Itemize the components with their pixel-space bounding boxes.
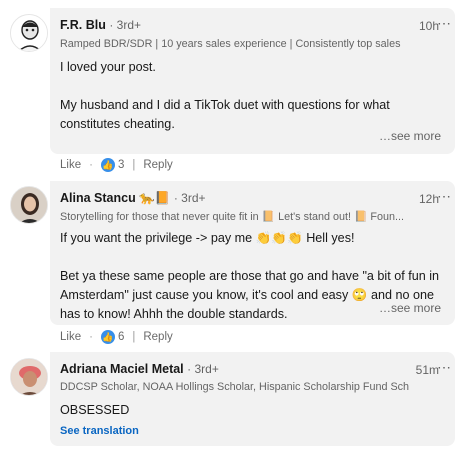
author-name[interactable]: Alina Stancu 🐆📙 · 3rd+: [60, 191, 206, 206]
separator: |: [132, 331, 136, 343]
like-button[interactable]: Like: [60, 331, 81, 343]
comment-bubble: F.R. Blu · 3rd+ 10h ⋯ Ramped BDR/SDR | 1…: [50, 8, 455, 154]
comment-bubble: Alina Stancu 🐆📙 · 3rd+ 12h ⋯ Storytellin…: [50, 181, 455, 325]
reaction-count[interactable]: 6: [118, 331, 124, 343]
avatar-fr-blu[interactable]: [10, 14, 48, 52]
author-emoji-badges: 🐆📙: [139, 191, 171, 205]
reply-button[interactable]: Reply: [143, 331, 172, 343]
author-headline: Ramped BDR/SDR | 10 years sales experien…: [60, 38, 401, 50]
reply-button[interactable]: Reply: [143, 159, 172, 171]
like-button[interactable]: Like: [60, 159, 81, 171]
author-headline: Storytelling for those that never quite …: [60, 211, 405, 223]
timestamp: 12h: [418, 192, 439, 206]
avatar-adriana-maciel-metal[interactable]: [10, 358, 48, 396]
comment-actions: Like · 👍 6 | Reply: [60, 330, 173, 344]
avatar-alina-stancu[interactable]: [10, 186, 48, 224]
connection-degree: · 3rd+: [187, 362, 219, 376]
author-name-text[interactable]: F.R. Blu: [60, 18, 106, 32]
connection-degree: · 3rd+: [173, 191, 206, 205]
timestamp: 10h: [418, 19, 439, 33]
see-more-link[interactable]: …see more: [379, 129, 441, 143]
author-headline: DDCSP Scholar, NOAA Hollings Scholar, Hi…: [60, 381, 410, 393]
comment-actions: Like · 👍 3 | Reply: [60, 158, 173, 172]
author-name-text[interactable]: Adriana Maciel Metal: [60, 362, 184, 376]
more-options-icon[interactable]: ⋯: [437, 359, 451, 376]
author-name[interactable]: Adriana Maciel Metal · 3rd+: [60, 362, 219, 376]
reaction-count[interactable]: 3: [118, 159, 124, 171]
more-options-icon[interactable]: ⋯: [437, 15, 451, 32]
comment-bubble: Adriana Maciel Metal · 3rd+ 51m ⋯ DDCSP …: [50, 352, 455, 446]
separator: |: [132, 159, 136, 171]
comment-line: If you want the privilege -> pay me 👏👏👏 …: [60, 231, 355, 245]
separator: ·: [89, 159, 93, 171]
author-name[interactable]: F.R. Blu · 3rd+: [60, 18, 141, 32]
timestamp: 51m: [415, 363, 439, 377]
comment-text: OBSESSED: [60, 403, 130, 417]
separator: ·: [89, 331, 93, 343]
see-translation-link[interactable]: See translation: [60, 425, 139, 437]
connection-degree: · 3rd+: [109, 18, 142, 32]
comment-text: I loved your post. My husband and I did …: [60, 58, 450, 134]
author-name-text[interactable]: Alina Stancu: [60, 191, 136, 205]
comment-line: Bet ya these same people are those that …: [60, 269, 440, 283]
thumbs-up-icon[interactable]: 👍: [100, 158, 115, 172]
comment-line: I loved your post.: [60, 60, 156, 74]
more-options-icon[interactable]: ⋯: [437, 188, 451, 205]
see-more-link[interactable]: …see more: [379, 301, 441, 315]
thumbs-up-icon[interactable]: 👍: [100, 330, 115, 344]
comment-line: My husband and I did a TikTok duet with …: [60, 98, 390, 112]
